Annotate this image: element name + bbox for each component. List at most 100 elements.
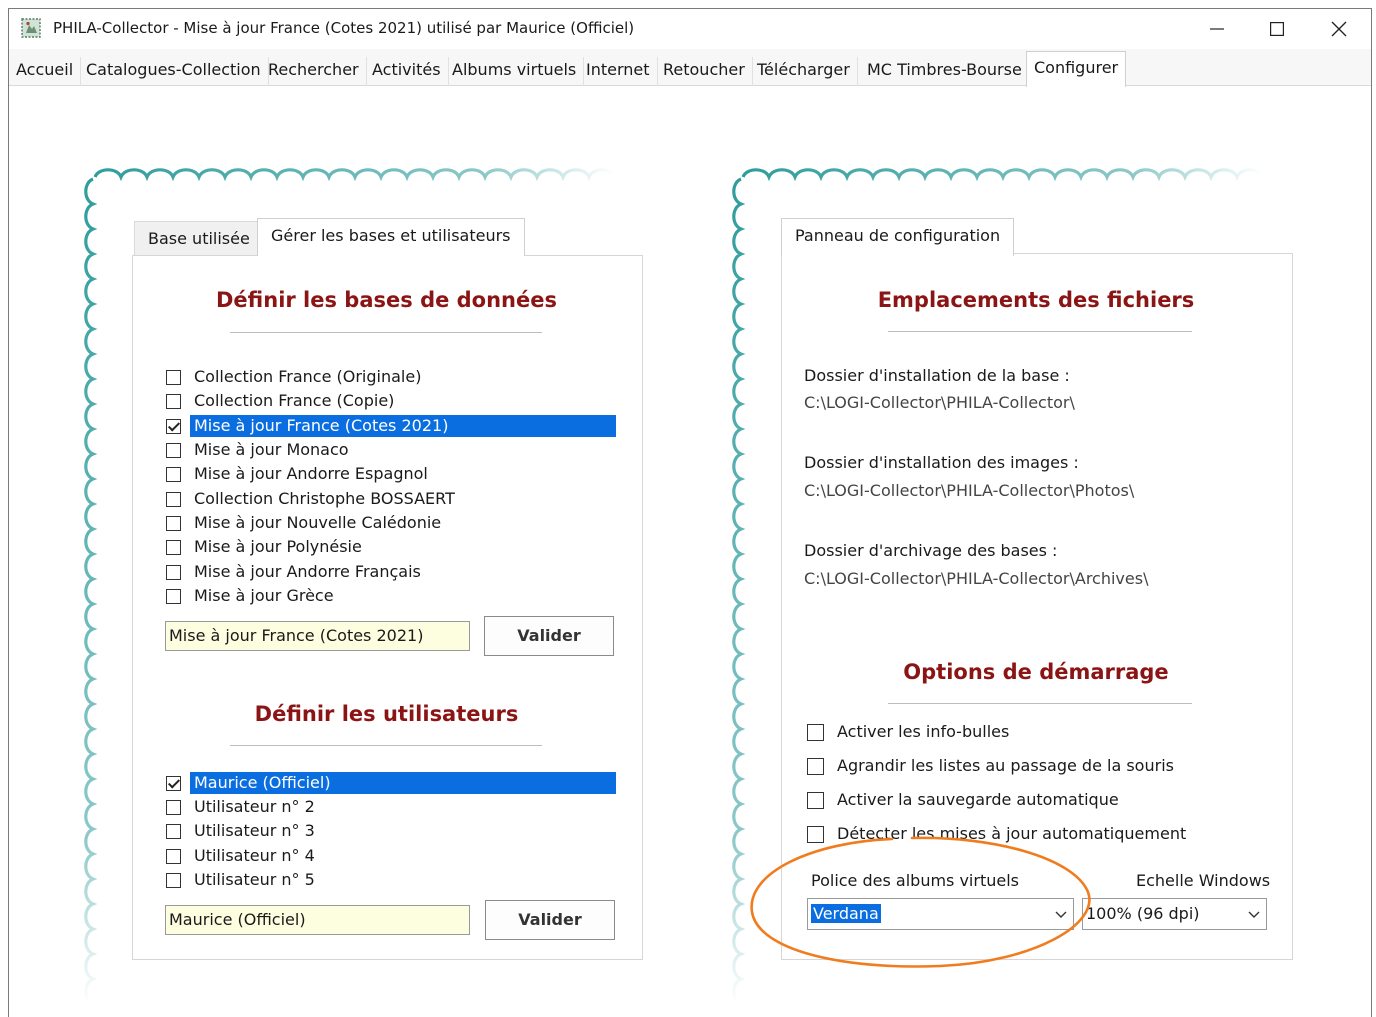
tab-accueil[interactable]: Accueil [9,57,82,86]
users-divider [230,745,542,746]
checkbox[interactable] [807,723,824,741]
option-label: Activer la sauvegarde automatique [837,790,1119,809]
user-item[interactable]: Utilisateur n° 3 [166,820,319,842]
tab-gerer-bases-utilisateurs[interactable]: Gérer les bases et utilisateurs [257,218,525,256]
font-select[interactable]: Verdana [807,898,1074,930]
users-section-title: Définir les utilisateurs [254,702,519,726]
archive-folder-label: Dossier d'archivage des bases : [804,541,1058,560]
checkbox[interactable] [166,564,181,580]
tab-activites[interactable]: Activités [365,57,449,86]
database-item[interactable]: Mise à jour Monaco [166,439,353,461]
database-item[interactable]: Collection France (Copie) [166,390,398,412]
option-autosave[interactable]: Activer la sauvegarde automatique [807,789,1123,811]
app-window: PHILA-Collector - Mise à jour France (Co… [8,8,1372,1017]
startup-divider [888,703,1192,704]
tab-retoucher[interactable]: Retoucher [656,57,753,86]
install-folder-label: Dossier d'installation de la base : [804,366,1070,385]
checkbox-checked[interactable] [166,775,181,791]
checkbox[interactable] [807,825,824,843]
database-item[interactable]: Mise à jour Grèce [166,585,338,607]
tab-catalogues-collection[interactable]: Catalogues-Collection [79,57,269,86]
checkbox[interactable] [166,442,181,458]
startup-section-title: Options de démarrage [903,660,1169,684]
database-item-selected[interactable]: Mise à jour France (Cotes 2021) [166,415,616,437]
option-label: Agrandir les listes au passage de la sou… [837,756,1174,775]
close-button[interactable] [1309,9,1369,49]
user-name-input[interactable]: Maurice (Officiel) [165,905,470,935]
checkbox[interactable] [166,539,181,555]
scale-select[interactable]: 100% (96 dpi) [1082,898,1267,930]
tab-albums-virtuels[interactable]: Albums virtuels [445,57,585,86]
checkbox[interactable] [166,369,181,385]
user-item-label: Utilisateur n° 5 [194,870,315,889]
databases-section-title: Définir les bases de données [216,288,557,312]
user-item-label: Utilisateur n° 3 [194,821,315,840]
user-item[interactable]: Utilisateur n° 5 [166,869,319,891]
configure-page: Base utilisée Gérer les bases et utilisa… [9,87,1371,1017]
images-folder-path[interactable]: C:\LOGI-Collector\PHILA-Collector\Photos… [804,481,1134,500]
checkbox[interactable] [166,515,181,531]
minimize-button[interactable] [1187,9,1247,49]
user-item[interactable]: Utilisateur n° 2 [166,796,319,818]
install-folder-path[interactable]: C:\LOGI-Collector\PHILA-Collector\ [804,393,1075,412]
checkbox[interactable] [166,872,181,888]
database-name-input[interactable]: Mise à jour France (Cotes 2021) [165,621,470,651]
database-item-label: Mise à jour France (Cotes 2021) [190,415,616,437]
tab-configurer[interactable]: Configurer [1026,51,1127,87]
font-select-value: Verdana [811,904,881,923]
tab-base-utilisee[interactable]: Base utilisée [134,221,264,256]
user-item[interactable]: Utilisateur n° 4 [166,845,319,867]
option-auto-update[interactable]: Détecter les mises à jour automatiquemen… [807,823,1190,845]
database-item-label: Mise à jour Polynésie [194,537,362,556]
database-item[interactable]: Mise à jour Andorre Français [166,561,425,583]
database-item-label: Mise à jour Grèce [194,586,334,605]
configuration-panel: Emplacements des fichiers Dossier d'inst… [781,253,1293,960]
user-item-label: Maurice (Officiel) [190,772,616,794]
database-item[interactable]: Collection Christophe BOSSAERT [166,488,459,510]
checkbox[interactable] [807,791,824,809]
maximize-button[interactable] [1247,9,1307,49]
window-title: PHILA-Collector - Mise à jour France (Co… [53,19,635,37]
checkbox[interactable] [807,757,824,775]
checkbox[interactable] [166,799,181,815]
validate-database-button[interactable]: Valider [484,616,614,656]
database-item[interactable]: Mise à jour Polynésie [166,536,366,558]
main-tab-bar: Accueil Catalogues-Collection Rechercher… [9,49,1371,87]
database-item-label: Mise à jour Nouvelle Calédonie [194,513,442,532]
maximize-icon [1270,22,1284,36]
tab-mc-timbres-bourse[interactable]: MC Timbres-Bourse [860,57,1030,86]
database-item[interactable]: Mise à jour Nouvelle Calédonie [166,512,445,534]
archive-folder-path[interactable]: C:\LOGI-Collector\PHILA-Collector\Archiv… [804,569,1148,588]
files-section-title: Emplacements des fichiers [877,288,1195,312]
title-bar[interactable]: PHILA-Collector - Mise à jour France (Co… [9,9,1371,49]
checkbox[interactable] [166,588,181,604]
checkbox-checked[interactable] [166,418,181,434]
images-folder-label: Dossier d'installation des images : [804,453,1079,472]
checkbox[interactable] [166,848,181,864]
database-item-label: Mise à jour Andorre Français [194,562,421,581]
database-item-label: Mise à jour Monaco [194,440,349,459]
user-item-selected[interactable]: Maurice (Officiel) [166,772,616,794]
tab-telecharger[interactable]: Télécharger [750,57,858,86]
checkbox[interactable] [166,466,181,482]
option-label: Activer les info-bulles [837,722,1010,741]
stamp-app-icon [21,18,41,38]
database-item-label: Collection Christophe BOSSAERT [194,489,455,508]
databases-divider [230,332,542,333]
tab-panneau-configuration[interactable]: Panneau de configuration [781,218,1015,256]
chevron-down-icon [1248,911,1260,918]
files-divider [888,331,1192,332]
tab-rechercher[interactable]: Rechercher [261,57,367,86]
checkbox[interactable] [166,823,181,839]
checkbox[interactable] [166,491,181,507]
checkbox[interactable] [166,393,181,409]
database-item[interactable]: Mise à jour Andorre Espagnol [166,463,432,485]
scale-select-value: 100% (96 dpi) [1086,904,1200,923]
validate-user-button[interactable]: Valider [485,900,615,940]
database-item[interactable]: Collection France (Originale) [166,366,425,388]
option-enlarge-lists[interactable]: Agrandir les listes au passage de la sou… [807,755,1178,777]
font-label: Police des albums virtuels [811,871,1019,890]
option-tooltips[interactable]: Activer les info-bulles [807,721,1013,743]
tab-internet[interactable]: Internet [579,57,658,86]
user-item-label: Utilisateur n° 4 [194,846,315,865]
